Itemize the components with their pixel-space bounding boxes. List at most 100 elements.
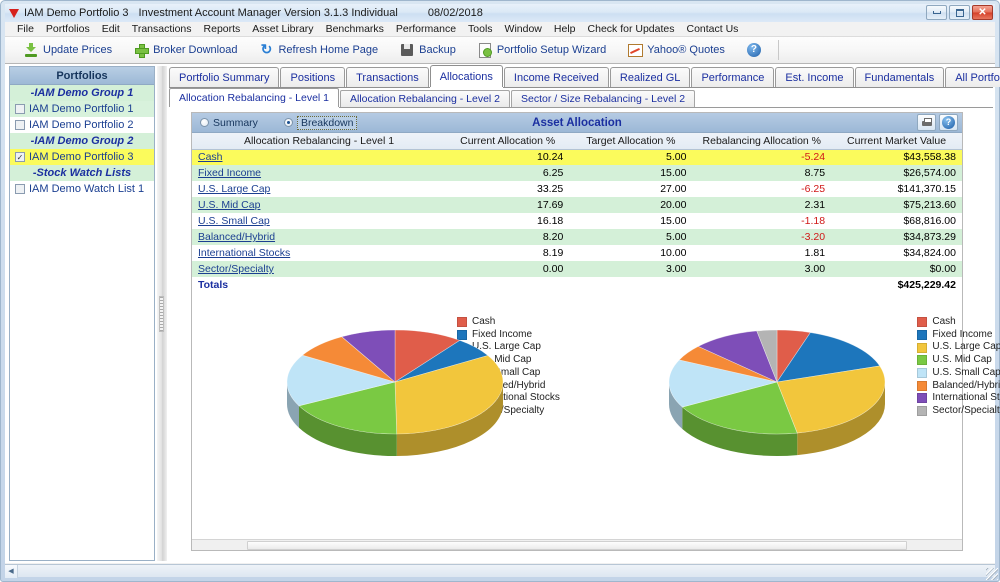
row-category-link[interactable]: U.S. Small Cap [198,215,270,227]
row-category-link[interactable]: Balanced/Hybrid [198,231,275,243]
broker-download-button[interactable]: Broker Download [125,40,246,60]
menu-item-performance[interactable]: Performance [390,23,462,35]
window-client-area: IAM Demo Portfolio 3 Investment Account … [5,4,995,577]
menu-item-edit[interactable]: Edit [96,23,126,35]
yahoo-quotes-button[interactable]: Yahoo® Quotes [619,40,734,60]
portfolio-checkbox-checked[interactable]: ✓ [15,152,25,162]
col-header-current[interactable]: Current Allocation % [446,133,569,149]
tab-realized-gl[interactable]: Realized GL [610,67,691,87]
table-row[interactable]: U.S. Small Cap 16.18 15.00 -1.18 $68,816… [192,213,962,229]
table-row[interactable]: Fixed Income 6.25 15.00 8.75 $26,574.00 [192,165,962,181]
cell-rebalancing: -5.24 [692,149,831,165]
minimize-button[interactable] [926,5,947,20]
backup-label: Backup [419,44,456,56]
row-category-link[interactable]: Fixed Income [198,167,261,179]
close-button[interactable]: ✕ [972,5,993,20]
help-icon: ? [747,43,761,57]
col-header-rebalancing[interactable]: Rebalancing Allocation % [692,133,831,149]
portfolio-checkbox[interactable] [15,184,25,194]
tab-est-income[interactable]: Est. Income [775,67,853,87]
sidebar-item-iam-demo-watch-list-1[interactable]: IAM Demo Watch List 1 [10,181,154,197]
tab-portfolio-summary[interactable]: Portfolio Summary [169,67,279,87]
panel-scroll-thumb[interactable] [247,541,907,550]
menu-item-help[interactable]: Help [548,23,582,35]
save-disk-icon [400,43,414,57]
yahoo-quotes-label: Yahoo® Quotes [647,44,725,56]
menu-item-contact-us[interactable]: Contact Us [680,23,744,35]
menu-item-tools[interactable]: Tools [462,23,499,35]
backup-button[interactable]: Backup [391,40,465,60]
window-horizontal-scrollbar[interactable]: ◀ [5,564,995,577]
menu-item-transactions[interactable]: Transactions [126,23,198,35]
sidebar-item-iam-demo-portfolio-3[interactable]: ✓ IAM Demo Portfolio 3 [10,149,154,165]
sidebar-item-iam-demo-portfolio-1[interactable]: IAM Demo Portfolio 1 [10,101,154,117]
col-header-target[interactable]: Target Allocation % [569,133,692,149]
table-row[interactable]: Cash 10.24 5.00 -5.24 $43,558.38 [192,149,962,165]
tab-transactions[interactable]: Transactions [346,67,429,87]
splitter-grip[interactable] [159,296,164,332]
print-button[interactable] [917,114,936,131]
menu-item-file[interactable]: File [11,23,40,35]
tab-allocation-rebalancing-level-2[interactable]: Allocation Rebalancing - Level 2 [340,90,510,107]
view-mode-breakdown[interactable]: Breakdown [284,116,358,130]
sidebar-group-label: -Stock Watch Lists [33,167,131,179]
table-row[interactable]: Sector/Specialty 0.00 3.00 3.00 $0.00 [192,261,962,277]
menu-item-window[interactable]: Window [499,23,548,35]
table-row[interactable]: Balanced/Hybrid 8.20 5.00 -3.20 $34,873.… [192,229,962,245]
cell-market-value: $141,370.15 [831,181,962,197]
scroll-left-arrow[interactable]: ◀ [5,565,18,578]
secondary-tab-bar: Allocation Rebalancing - Level 1 Allocat… [169,89,993,108]
menu-item-check-for-updates[interactable]: Check for Updates [582,23,681,35]
tab-allocations[interactable]: Allocations [430,65,503,87]
col-header-market-value[interactable]: Current Market Value [831,133,962,149]
cell-current: 8.20 [446,229,569,245]
sidebar-item-label: IAM Demo Portfolio 1 [29,103,134,115]
row-category-link[interactable]: Sector/Specialty [198,263,274,275]
help-button[interactable]: ? [939,114,958,131]
tab-sector-size-rebalancing-level-2[interactable]: Sector / Size Rebalancing - Level 2 [511,90,695,107]
sidebar-group-stock-watch-lists: -Stock Watch Lists [10,165,154,181]
table-row[interactable]: International Stocks 8.19 10.00 1.81 $34… [192,245,962,261]
toolbar-help-button[interactable]: ? [738,40,770,60]
download-icon [24,43,38,57]
maximize-button[interactable] [949,5,970,20]
sidebar-splitter[interactable] [157,66,167,561]
portfolio-checkbox[interactable] [15,104,25,114]
tab-all-portfolios[interactable]: All Portfolios [945,67,1000,87]
legend-label: Cash [932,316,955,328]
resize-grip[interactable] [986,568,998,580]
sidebar-item-iam-demo-portfolio-2[interactable]: IAM Demo Portfolio 2 [10,117,154,133]
update-prices-button[interactable]: Update Prices [15,40,121,60]
tab-positions[interactable]: Positions [280,67,345,87]
portfolio-setup-wizard-button[interactable]: Portfolio Setup Wizard [469,40,615,60]
row-category-link[interactable]: U.S. Mid Cap [198,199,260,211]
menu-item-portfolios[interactable]: Portfolios [40,23,96,35]
menu-item-benchmarks[interactable]: Benchmarks [320,23,390,35]
cell-target: 3.00 [569,261,692,277]
target-allocation-chart: Cash Fixed Income U.S. Large Cap U.S. Mi… [592,308,962,550]
tab-income-received[interactable]: Income Received [504,67,609,87]
title-bar: IAM Demo Portfolio 3 Investment Account … [5,4,995,22]
row-category-link[interactable]: Cash [198,151,223,163]
tab-performance[interactable]: Performance [691,67,774,87]
toolbar: Update Prices Broker Download ↻ Refresh … [5,37,995,64]
table-row[interactable]: U.S. Large Cap 33.25 27.00 -6.25 $141,37… [192,181,962,197]
menu-item-reports[interactable]: Reports [198,23,247,35]
portfolio-checkbox[interactable] [15,120,25,130]
row-category-link[interactable]: U.S. Large Cap [198,183,270,195]
tab-allocation-rebalancing-level-1[interactable]: Allocation Rebalancing - Level 1 [169,88,339,107]
legend-swatch [917,330,927,340]
legend-label: U.S. Small Cap [932,367,1000,379]
refresh-home-page-button[interactable]: ↻ Refresh Home Page [250,40,387,60]
table-row[interactable]: U.S. Mid Cap 17.69 20.00 2.31 $75,213.60 [192,197,962,213]
col-header-category[interactable]: Allocation Rebalancing - Level 1 [192,133,446,149]
row-category-link[interactable]: International Stocks [198,247,290,259]
menu-item-asset-library[interactable]: Asset Library [246,23,319,35]
cell-target: 15.00 [569,213,692,229]
legend-swatch [917,343,927,353]
broker-download-label: Broker Download [153,44,237,56]
tab-fundamentals[interactable]: Fundamentals [855,67,945,87]
panel-horizontal-scrollbar[interactable] [192,539,962,550]
view-mode-summary[interactable]: Summary [200,117,258,129]
cell-rebalancing: -1.18 [692,213,831,229]
